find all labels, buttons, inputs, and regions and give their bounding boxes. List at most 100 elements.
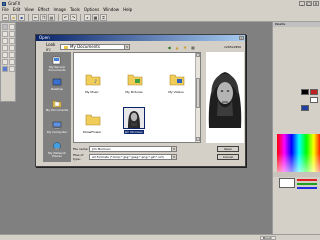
palette-swatch[interactable] [301, 105, 309, 111]
chevron-down-icon[interactable]: ▾ [171, 147, 176, 151]
brush-tool-icon[interactable] [2, 38, 8, 44]
file-type-label: Files of type: [73, 153, 84, 161]
cut-icon[interactable]: ✂ [32, 13, 39, 21]
folder-icon [127, 74, 143, 86]
file-list[interactable]: ♪ My Music My Pictures My Videos StrawFl… [73, 52, 201, 143]
file-thumbnail [123, 107, 145, 129]
eyedropper-tool-icon[interactable] [9, 59, 15, 65]
look-in-row: Look in: My Documents ▾ [46, 42, 130, 52]
wand-tool-icon[interactable] [9, 31, 15, 37]
file-type-dropdown[interactable]: All Formats (*.bmp;*.jpg;*.jpeg;*.png;*.… [89, 154, 177, 160]
palette-tabs[interactable] [273, 172, 320, 177]
folder-icon: ♪ [85, 74, 101, 86]
toolbar-separator [80, 13, 81, 21]
up-folder-icon[interactable]: ▲ [174, 44, 180, 50]
chevron-down-icon[interactable]: ▾ [124, 45, 129, 49]
file-item-my-pictures[interactable]: My Pictures [120, 67, 148, 99]
file-label: Jim Morrison [123, 130, 145, 134]
bottom-tab[interactable]: Brush [260, 236, 276, 240]
folder-icon [64, 45, 68, 49]
place-network[interactable]: My Network Places [44, 142, 70, 162]
my-documents-icon [52, 100, 62, 108]
scroll-down-icon[interactable] [196, 137, 200, 141]
text-tool-icon[interactable] [2, 52, 8, 58]
palette-swatch[interactable] [310, 97, 318, 103]
look-in-dropdown[interactable]: My Documents ▾ [60, 44, 130, 50]
recent-documents-icon [52, 56, 61, 65]
open-button[interactable]: Open [217, 146, 239, 152]
toolbar-separator [58, 13, 59, 21]
dialog-close-icon[interactable]: × [239, 36, 244, 40]
app-title-bar: GraFX _ □ × [0, 0, 320, 7]
place-label: My Network Places [48, 151, 66, 159]
file-label: StrawFlower [82, 130, 102, 134]
minimize-button[interactable]: _ [299, 1, 305, 6]
file-thumbnail [165, 67, 187, 89]
file-item-strawflower[interactable]: StrawFlower [78, 107, 106, 139]
status-strip: Brush [0, 234, 320, 240]
select-tool-icon[interactable] [2, 24, 8, 30]
place-my-documents[interactable]: My Documents [44, 99, 70, 119]
view-menu-icon[interactable]: ▦ [190, 44, 196, 50]
line-tool-icon[interactable] [9, 52, 15, 58]
app-title: GraFX [8, 1, 21, 6]
file-thumbnail [123, 67, 145, 89]
clone-tool-icon[interactable] [2, 66, 8, 72]
file-name-input[interactable]: Jim Morrison ▾ [89, 146, 177, 152]
place-my-computer[interactable]: My Computer [44, 121, 70, 141]
fill-tool-icon[interactable] [9, 45, 15, 51]
grid-icon[interactable]: ▦ [92, 13, 99, 21]
file-item-my-videos[interactable]: My Videos [162, 67, 190, 99]
open-folder-icon[interactable]: ▰ [10, 13, 17, 21]
main-toolbar: ▫ ▰ ▪ ✂ ❐ ▤ ↶ ↷ ⌕ ▦ ⌗ [0, 13, 320, 22]
paste-icon[interactable]: ▤ [48, 13, 55, 21]
palette-swatch[interactable] [301, 89, 309, 95]
redo-icon[interactable]: ↷ [70, 13, 77, 21]
maximize-button[interactable]: □ [306, 1, 312, 6]
zoom-icon[interactable]: ⌕ [84, 13, 91, 21]
color-spectrum[interactable] [277, 134, 320, 172]
place-desktop[interactable]: Desktop [44, 78, 70, 98]
new-folder-icon[interactable]: ✱ [182, 44, 188, 50]
lasso-tool-icon[interactable] [9, 24, 15, 30]
scroll-thumb[interactable] [196, 78, 200, 108]
image-dimensions: 1265x1850 [224, 45, 242, 49]
new-file-icon[interactable]: ▫ [2, 13, 9, 21]
close-button[interactable]: × [313, 1, 319, 6]
pencil-tool-icon[interactable] [9, 38, 15, 44]
file-item-my-music[interactable]: ♪ My Music [78, 67, 106, 99]
my-computer-icon [52, 121, 62, 129]
look-in-value: My Documents [70, 44, 100, 49]
current-color-preview[interactable] [279, 178, 295, 188]
file-item-jim-morrison[interactable]: Jim Morrison [120, 107, 148, 139]
portrait-preview [206, 66, 244, 128]
cancel-button[interactable]: Cancel [217, 154, 239, 160]
save-icon[interactable]: ▪ [18, 13, 25, 21]
green-slider[interactable] [297, 183, 317, 185]
file-thumbnail [81, 107, 103, 129]
undo-icon[interactable]: ↶ [62, 13, 69, 21]
file-name-row: File name: Jim Morrison ▾ [73, 146, 177, 152]
file-name-value: Jim Morrison [92, 147, 111, 151]
file-label: My Music [85, 90, 99, 94]
place-recent-documents[interactable]: My Recent Documents [44, 56, 70, 76]
hand-tool-icon[interactable] [9, 66, 15, 72]
scroll-up-icon[interactable] [196, 53, 200, 57]
blue-slider[interactable] [297, 187, 317, 189]
shape-tool-icon[interactable] [2, 59, 8, 65]
file-type-value: All Formats (*.bmp;*.jpg;*.jpeg;*.png;*.… [92, 155, 164, 159]
eraser-tool-icon[interactable] [2, 45, 8, 51]
back-icon[interactable]: ◀ [166, 44, 172, 50]
crop-icon[interactable]: ⌗ [100, 13, 107, 21]
copy-icon[interactable]: ❐ [40, 13, 47, 21]
folder-icon [169, 74, 185, 86]
look-in-label: Look in: [46, 42, 56, 52]
file-list-scrollbar[interactable] [195, 53, 200, 142]
layers-area [273, 27, 320, 122]
chevron-down-icon[interactable]: ▾ [171, 155, 176, 159]
red-slider[interactable] [297, 179, 317, 181]
move-tool-icon[interactable] [2, 31, 8, 37]
dialog-nav-buttons: ◀ ▲ ✱ ▦ [166, 44, 196, 50]
dialog-fields: File name: Jim Morrison ▾ Files of type:… [73, 146, 177, 162]
palette-swatch[interactable] [310, 89, 318, 95]
